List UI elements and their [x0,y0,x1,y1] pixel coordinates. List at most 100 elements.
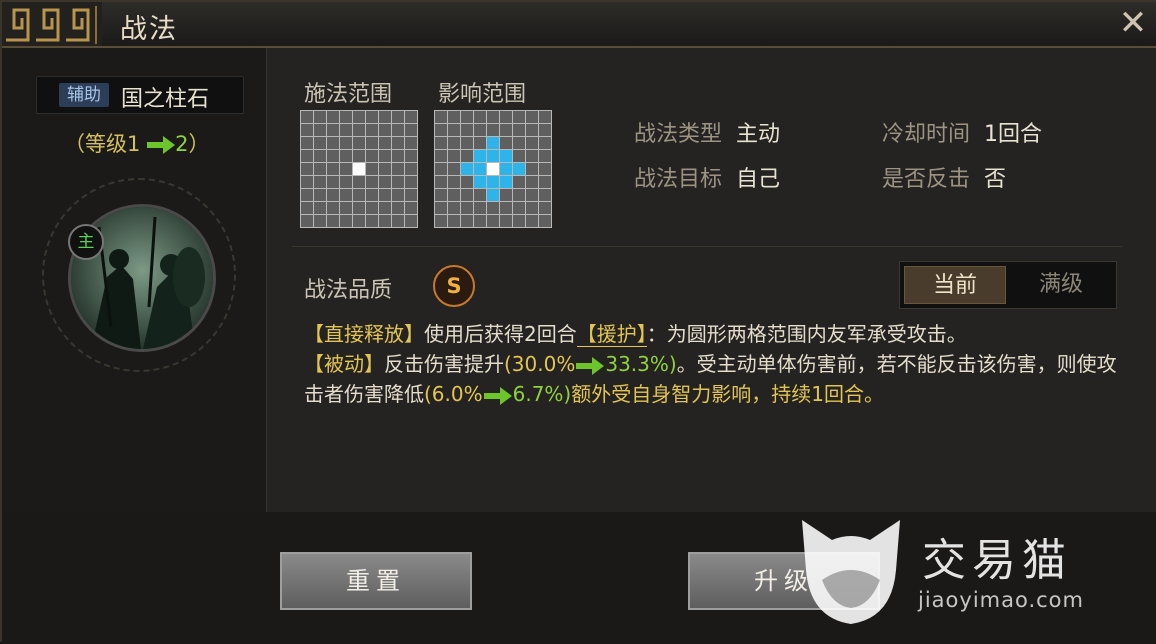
watermark-brand: 交易猫 [922,535,1072,586]
grid-cell [513,189,525,201]
grid-cell [539,176,551,188]
skill-target-key: 战法目标 [634,167,723,192]
grid-cell [526,202,538,214]
grid-cell [435,124,447,136]
grid-cell [366,111,378,123]
arrow-right-icon [576,356,605,375]
grid-cell [448,137,460,149]
grid-cell [500,137,512,149]
grid-cell [340,176,352,188]
effect-range-label: 影响范围 [438,82,527,107]
grid-cell [435,215,447,227]
grid-cell [392,111,404,123]
desc-passive-tag: 【被动】 [304,352,384,376]
grid-cell [392,150,404,162]
grid-cell [340,163,352,175]
tab-max-level[interactable]: 满级 [1010,266,1112,304]
grid-cell [301,163,313,175]
grid-cell [526,111,538,123]
grid-cell [327,150,339,162]
grid-cell [461,202,473,214]
grid-cell [327,189,339,201]
grid-cell [366,176,378,188]
title-bar: 战法 ✕ [2,2,1156,48]
grid-cell [487,215,499,227]
grid-cell [461,111,473,123]
desc-direct-tag: 【直接释放】 [304,322,424,346]
grid-cell [405,111,417,123]
cast-range-grid [300,110,418,228]
desc-text-5: 额外受自身智力影响，持续1回合。 [571,382,884,406]
grid-cell [526,137,538,149]
grid-cell [474,137,486,149]
grid-cell [487,189,499,201]
grid-cell [474,150,486,162]
watermark-url: jiaoyimao.com [918,588,1084,612]
skill-type-row: 战法类型 主动 [634,116,780,148]
grid-cell [448,202,460,214]
grid-cell [526,163,538,175]
skill-target-value: 自己 [736,167,781,192]
grid-cell [539,111,551,123]
grid-cell [405,150,417,162]
grid-cell [500,189,512,201]
grid-cell [487,124,499,136]
grid-cell [448,150,460,162]
grid-cell [340,124,352,136]
grid-cell [405,137,417,149]
grid-cell [539,163,551,175]
level-close: ） [188,132,210,156]
grid-cell [314,137,326,149]
level-toggle: 当前 满级 [899,261,1117,309]
grid-cell [327,137,339,149]
counter-value: 否 [984,167,1007,192]
grid-cell [340,189,352,201]
grid-cell [461,176,473,188]
close-icon[interactable]: ✕ [1116,6,1150,40]
grid-cell [448,189,460,201]
desc-guard-link[interactable]: 【援护】 [576,322,647,347]
skill-description: 【直接释放】使用后获得2回合【援护】：为圆形两格范围内友军承受攻击。 【被动】反… [304,319,1134,409]
grid-cell [448,111,460,123]
grid-cell [327,163,339,175]
grid-cell [461,189,473,201]
grid-cell [340,215,352,227]
grid-cell [474,111,486,123]
grid-cell [474,124,486,136]
grid-cell [379,189,391,201]
grid-cell [500,124,512,136]
grid-cell [314,111,326,123]
grid-cell [539,215,551,227]
grid-cell [539,124,551,136]
grid-cell [487,163,499,175]
skill-type-key: 战法类型 [634,122,723,147]
tab-current[interactable]: 当前 [904,266,1006,304]
grid-cell [340,137,352,149]
grid-cell [301,124,313,136]
grid-cell [314,176,326,188]
grid-cell [379,111,391,123]
desc-text-3: 反击伤害提升 [384,352,504,376]
effect-range-grid [434,110,552,228]
quality-grade-badge: S [433,265,475,307]
grid-cell [487,137,499,149]
level-line: （等级1 2） [64,128,209,158]
grid-cell [392,124,404,136]
grid-cell [340,150,352,162]
reset-button[interactable]: 重置 [280,552,472,610]
grid-cell [327,215,339,227]
desc-text-2: ：为圆形两格范围内友军承受攻击。 [646,322,967,346]
grid-cell [435,150,447,162]
grid-cell [500,215,512,227]
cat-logo-icon [802,520,900,624]
grid-cell [513,111,525,123]
grid-cell [513,215,525,227]
grid-cell [379,137,391,149]
grid-cell [379,176,391,188]
grid-cell [314,163,326,175]
grid-cell [301,189,313,201]
desc-text-1: 使用后获得2回合 [424,322,577,346]
counter-key: 是否反击 [882,167,971,192]
grid-cell [379,150,391,162]
grid-cell [526,189,538,201]
